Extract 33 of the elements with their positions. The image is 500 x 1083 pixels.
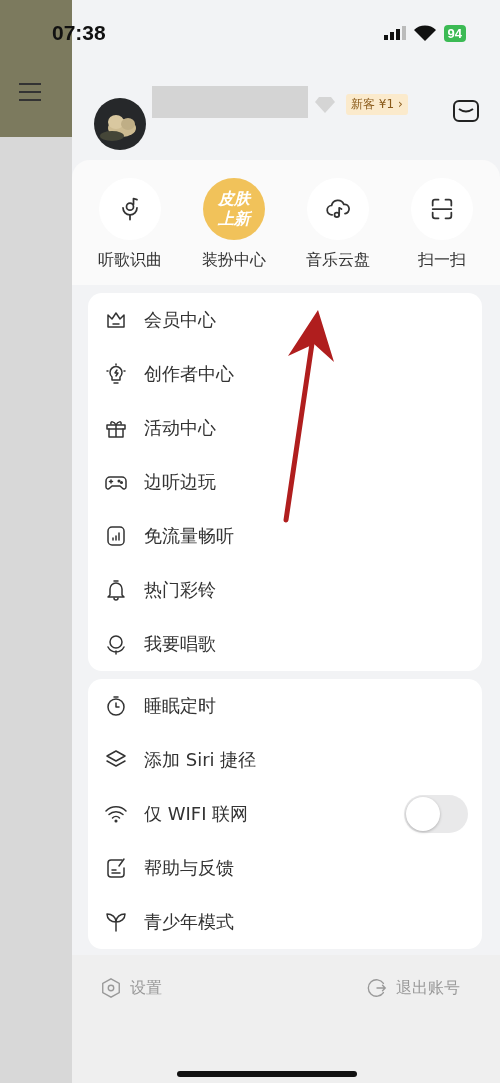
wifi-status-icon bbox=[413, 25, 436, 41]
lightbulb-icon bbox=[104, 362, 128, 386]
menu-item[interactable]: 热门彩铃 bbox=[144, 578, 216, 602]
menu-item[interactable]: 添加 Siri 捷径 bbox=[144, 748, 257, 772]
signal-icon bbox=[383, 26, 406, 40]
bell-icon bbox=[104, 578, 128, 602]
timer-icon bbox=[104, 694, 128, 718]
quick-action-label[interactable]: 扫一扫 bbox=[418, 250, 466, 271]
quick-action-label[interactable]: 听歌识曲 bbox=[98, 250, 162, 271]
sprout-icon bbox=[104, 910, 128, 934]
avatar[interactable] bbox=[94, 98, 146, 150]
logout-icon bbox=[366, 977, 388, 999]
edit-note-icon bbox=[104, 856, 128, 880]
toggle-switch[interactable] bbox=[404, 795, 468, 833]
microphone-icon bbox=[104, 632, 128, 656]
menu-item[interactable]: 睡眠定时 bbox=[144, 694, 216, 718]
menu-item[interactable]: 免流量畅听 bbox=[144, 524, 234, 548]
menu-item[interactable]: 我要唱歌 bbox=[144, 632, 216, 656]
mail-icon[interactable] bbox=[452, 98, 480, 124]
quick-action-label[interactable]: 装扮中心 bbox=[202, 250, 266, 271]
menu-item[interactable]: 边听边玩 bbox=[144, 470, 216, 494]
menu-icon[interactable] bbox=[18, 82, 42, 102]
menu-item[interactable]: 创作者中心 bbox=[144, 362, 234, 386]
menu-item[interactable]: 青少年模式 bbox=[144, 910, 234, 934]
quick-action-label[interactable]: 音乐云盘 bbox=[306, 250, 370, 271]
new-user-badge[interactable]: 新客 ¥1 › bbox=[346, 94, 408, 115]
settings-icon bbox=[100, 977, 122, 999]
menu-item[interactable]: 仅 WIFI 联网 bbox=[144, 802, 249, 826]
chart-icon bbox=[104, 524, 128, 548]
menu-item[interactable]: 活动中心 bbox=[144, 416, 216, 440]
menu-item[interactable]: 会员中心 bbox=[144, 308, 216, 332]
menu-item[interactable]: 帮助与反馈 bbox=[144, 856, 234, 880]
diamond-icon bbox=[314, 96, 336, 114]
